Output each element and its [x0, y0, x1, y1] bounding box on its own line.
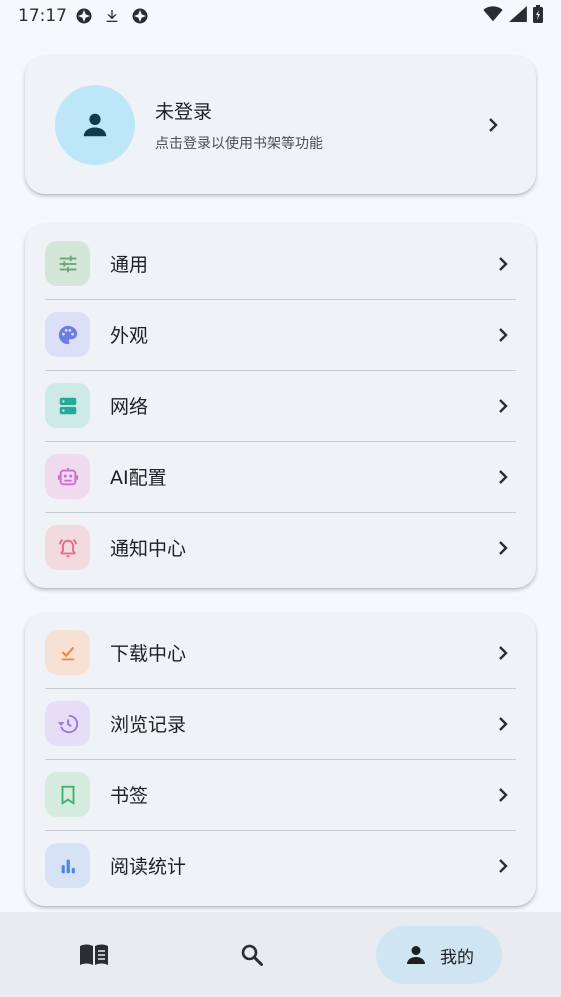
settings-menu-card: 通用 外观 网络 AI配置 通知中心 [25, 224, 536, 588]
status-time: 17:17 [18, 6, 67, 26]
menu-item-label: 书签 [110, 785, 149, 807]
bar-chart-icon [45, 843, 90, 888]
person-icon [83, 113, 107, 137]
menu-item-browse-history[interactable]: 浏览记录 [25, 688, 536, 759]
avatar [55, 85, 135, 165]
menu-item-ai-config[interactable]: AI配置 [25, 441, 536, 512]
chevron-right-icon [492, 855, 514, 877]
chevron-right-icon [492, 466, 514, 488]
nav-search[interactable] [230, 938, 274, 972]
menu-item-reading-stats[interactable]: 阅读统计 [25, 830, 536, 901]
palette-icon [45, 312, 90, 357]
bottom-navigation: 我的 [0, 912, 561, 997]
chevron-right-icon [482, 114, 504, 136]
menu-item-label: 外观 [110, 325, 149, 347]
tools-menu-card: 下载中心 浏览记录 书签 阅读统计 [25, 613, 536, 906]
nav-bookshelf[interactable] [72, 938, 116, 972]
download-icon [103, 7, 121, 25]
person-icon [407, 946, 425, 964]
book-icon [80, 944, 108, 965]
chevron-right-icon [492, 395, 514, 417]
signal-icon [509, 5, 527, 27]
chevron-right-icon [492, 784, 514, 806]
chevron-right-icon [492, 253, 514, 275]
menu-item-label: 通用 [110, 254, 149, 276]
download-done-icon [45, 630, 90, 675]
profile-name: 未登录 [155, 101, 213, 123]
chevron-right-icon [492, 642, 514, 664]
menu-item-general[interactable]: 通用 [25, 228, 536, 299]
menu-item-appearance[interactable]: 外观 [25, 299, 536, 370]
nav-mine[interactable]: 我的 [376, 926, 502, 984]
nav-mine-label: 我的 [440, 947, 474, 968]
menu-item-label: 通知中心 [110, 538, 187, 560]
chevron-right-icon [492, 537, 514, 559]
menu-item-network[interactable]: 网络 [25, 370, 536, 441]
sync-icon [75, 7, 93, 25]
profile-card[interactable]: 未登录 点击登录以使用书架等功能 [25, 56, 536, 194]
robot-icon [45, 454, 90, 499]
menu-item-label: 浏览记录 [110, 714, 187, 736]
wifi-icon [483, 5, 503, 27]
menu-item-label: 网络 [110, 396, 149, 418]
menu-item-bookmarks[interactable]: 书签 [25, 759, 536, 830]
chevron-right-icon [492, 713, 514, 735]
storage-icon [45, 383, 90, 428]
history-icon [45, 701, 90, 746]
tune-icon [45, 241, 90, 286]
bell-alert-icon [45, 525, 90, 570]
search-icon [241, 944, 263, 966]
status-bar: 17:17 [0, 0, 561, 32]
menu-item-label: 下载中心 [110, 643, 187, 665]
chevron-right-icon [492, 324, 514, 346]
login-row[interactable]: 未登录 点击登录以使用书架等功能 [25, 56, 536, 194]
bookmark-icon [45, 772, 90, 817]
sync-icon [131, 7, 149, 25]
menu-item-download-center[interactable]: 下载中心 [25, 617, 536, 688]
menu-item-label: AI配置 [110, 467, 167, 489]
battery-icon [533, 4, 543, 28]
menu-item-label: 阅读统计 [110, 856, 187, 878]
profile-subtitle: 点击登录以使用书架等功能 [155, 136, 323, 152]
menu-item-notification-center[interactable]: 通知中心 [25, 512, 536, 583]
